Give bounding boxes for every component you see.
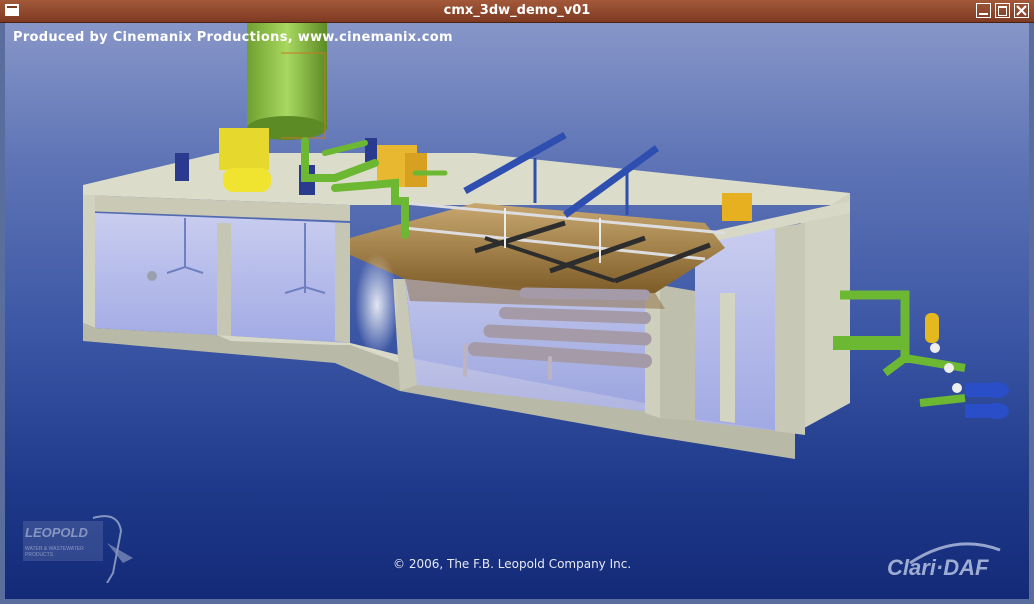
effluent-piping bbox=[833, 290, 1009, 419]
leopold-logo-text: LEOPOLD bbox=[25, 525, 88, 540]
3d-viewport[interactable]: Produced by Cinemanix Productions, www.c… bbox=[5, 23, 1029, 599]
close-button[interactable] bbox=[1014, 3, 1029, 18]
air-bubble-plume bbox=[355, 253, 399, 357]
leopold-logo-subtitle: WATER & WASTEWATER PRODUCTS bbox=[25, 546, 84, 558]
dissolved-air-flotation-3d-model bbox=[83, 23, 1009, 459]
application-window: cmx_3dw_demo_v01 Produced by Cinemanix P… bbox=[0, 0, 1034, 604]
claridaf-logo: Clari·DAF bbox=[887, 555, 989, 580]
window-title: cmx_3dw_demo_v01 bbox=[443, 3, 591, 18]
maximize-button[interactable] bbox=[995, 3, 1010, 18]
title-bar[interactable]: cmx_3dw_demo_v01 bbox=[0, 0, 1034, 23]
minimize-button[interactable] bbox=[976, 3, 991, 18]
production-credit: Produced by Cinemanix Productions, www.c… bbox=[13, 30, 453, 45]
leopold-logo: LEOPOLD WATER & WASTEWATER PRODUCTS bbox=[23, 513, 143, 583]
copyright-notice: © 2006, The F.B. Leopold Company Inc. bbox=[393, 557, 632, 571]
close-icon bbox=[1016, 5, 1027, 16]
